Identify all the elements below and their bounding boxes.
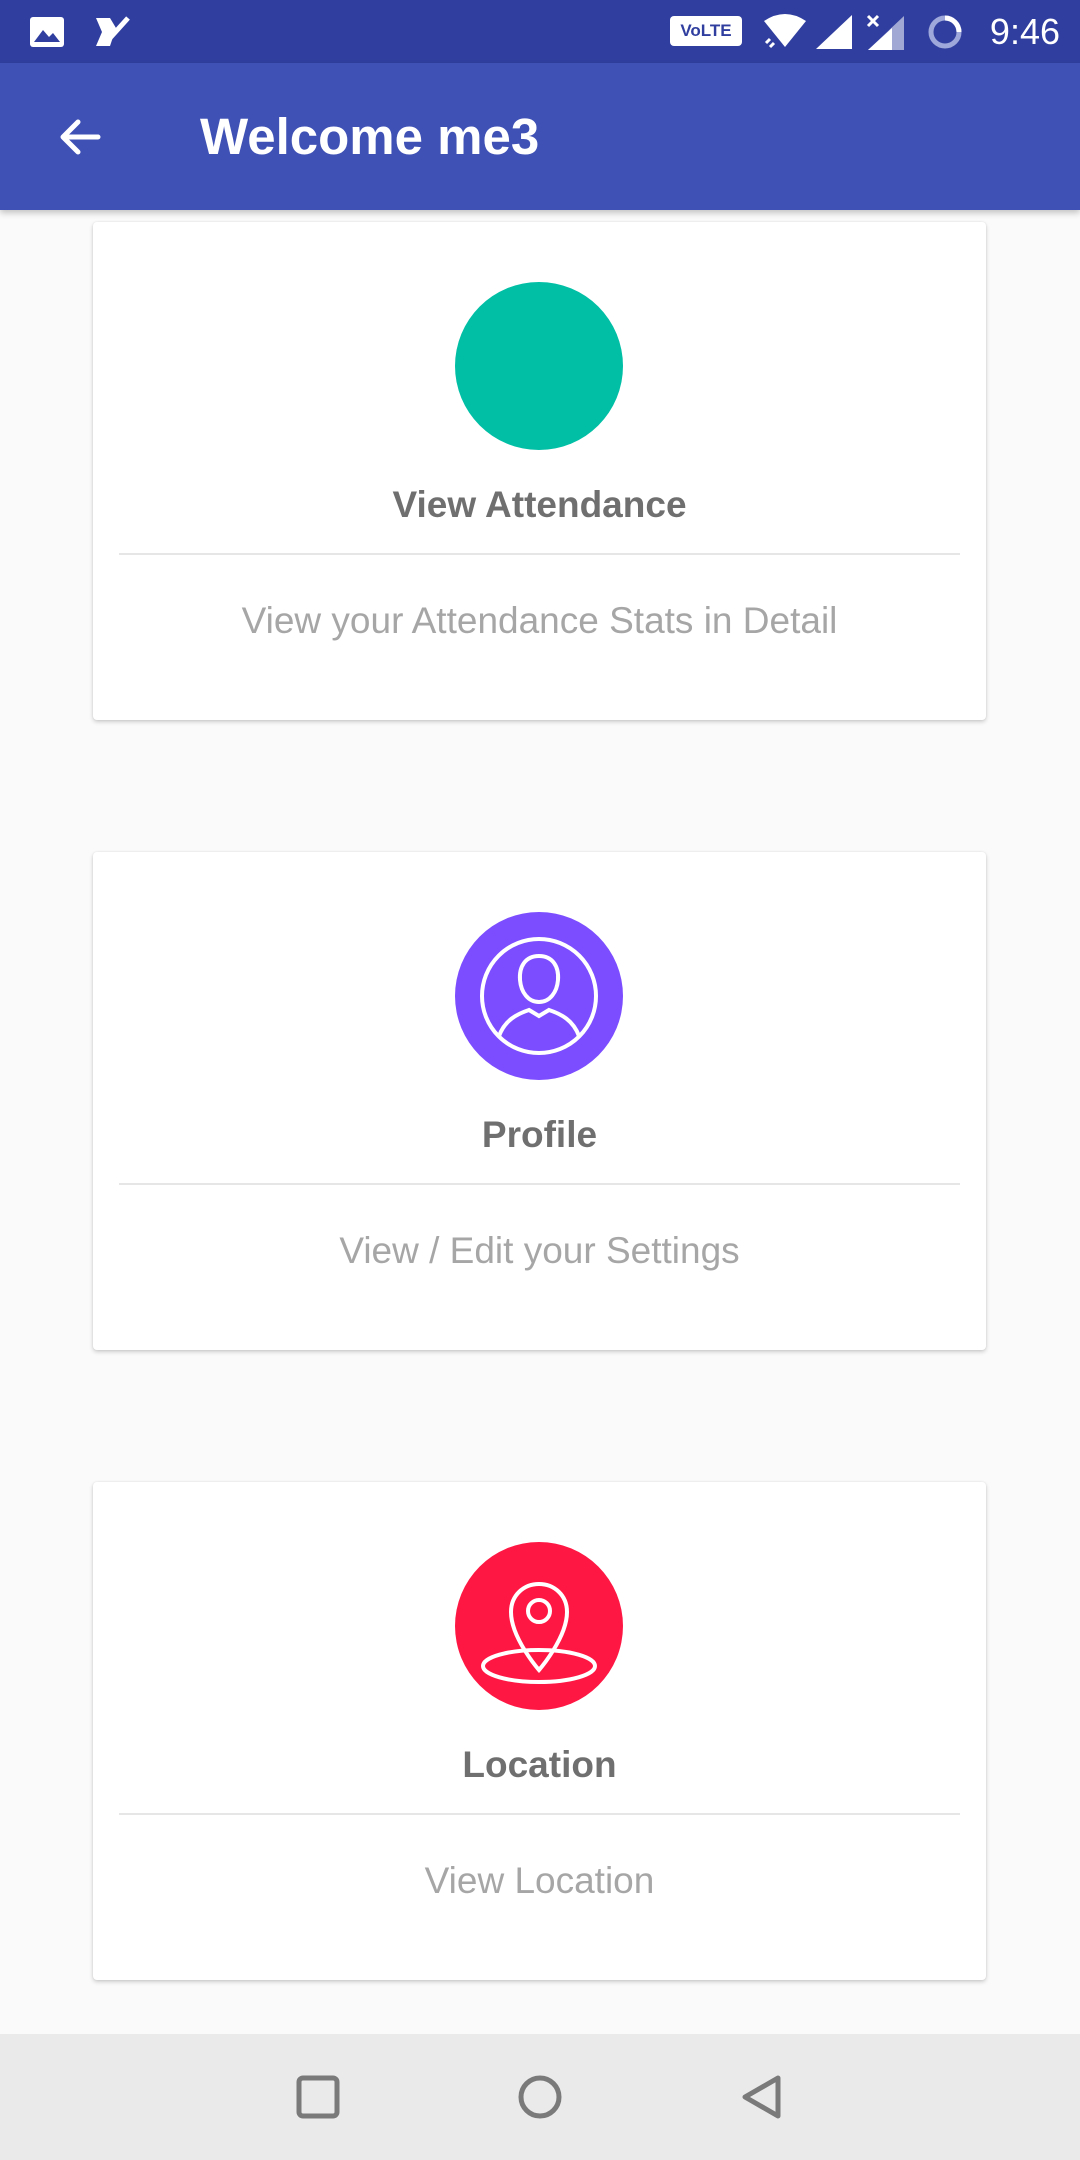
- divider: [119, 1183, 960, 1185]
- signal-icon: [814, 0, 854, 63]
- home-circle-icon: [518, 2075, 562, 2119]
- card-subtitle: View Location: [424, 1860, 655, 1901]
- status-time: 9:46: [989, 10, 1060, 52]
- card-title: Profile: [481, 1114, 598, 1155]
- status-bar: VoLTE 9:46: [0, 0, 1080, 63]
- image-icon: [28, 0, 66, 63]
- system-nav-bar: [0, 2034, 1080, 2160]
- back-triangle-icon: [742, 2075, 781, 2119]
- arrow-back-icon: [60, 119, 101, 155]
- wifi-icon: [762, 0, 808, 63]
- divider: [119, 553, 960, 555]
- loading-circle-icon: [926, 0, 964, 63]
- card-location[interactable]: Location View Location: [93, 1482, 986, 1980]
- location-circle: [455, 1542, 623, 1710]
- app-bar: Welcome me3: [0, 63, 1080, 210]
- page-title: Welcome me3: [200, 108, 540, 165]
- back-button[interactable]: [44, 101, 116, 173]
- volte-badge: VoLTE: [670, 16, 742, 46]
- home-button[interactable]: [495, 2052, 585, 2142]
- divider: [119, 1813, 960, 1815]
- card-view-attendance[interactable]: View Attendance View your Attendance Sta…: [93, 222, 986, 720]
- card-subtitle: View your Attendance Stats in Detail: [241, 600, 838, 641]
- check-task-icon: [92, 0, 132, 63]
- attendance-circle-icon: [455, 282, 623, 450]
- recents-square-icon: [296, 2075, 340, 2119]
- card-profile[interactable]: Profile View / Edit your Settings: [93, 852, 986, 1350]
- card-title: Location: [462, 1744, 617, 1785]
- recents-button[interactable]: [273, 2052, 363, 2142]
- signal-no-data-icon: [864, 0, 906, 63]
- person-icon: [480, 937, 598, 1055]
- nav-back-button[interactable]: [717, 2052, 807, 2142]
- location-pin-icon: [481, 1581, 597, 1684]
- profile-circle: [455, 912, 623, 1080]
- card-subtitle: View / Edit your Settings: [339, 1230, 740, 1271]
- card-title: View Attendance: [392, 484, 687, 525]
